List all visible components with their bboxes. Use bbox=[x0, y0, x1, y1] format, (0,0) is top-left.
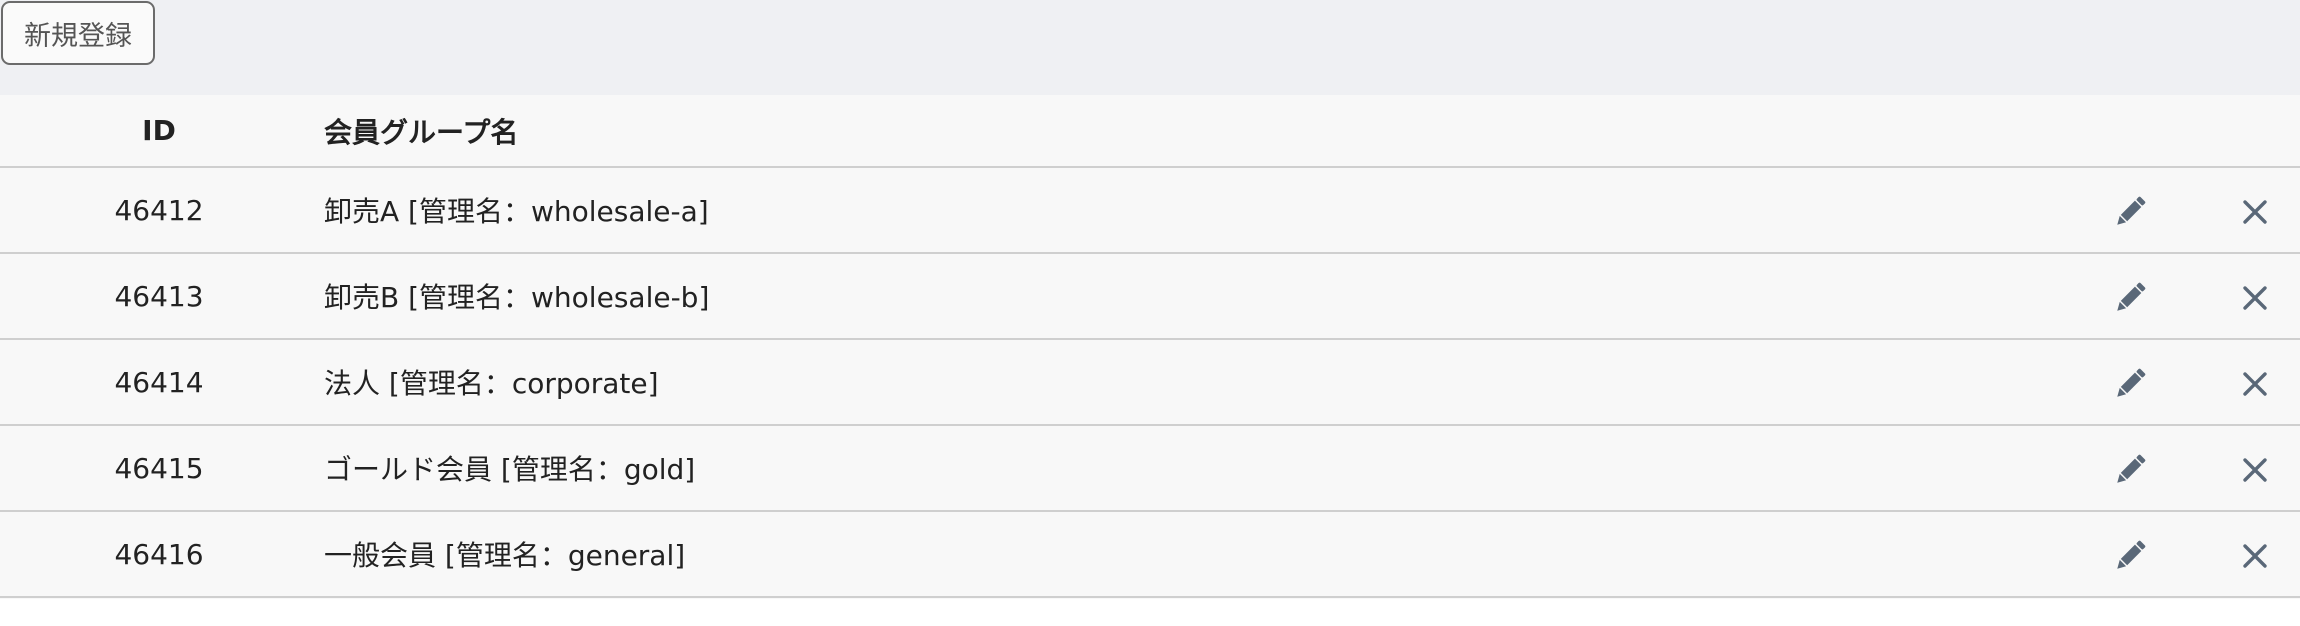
member-group-table: ID 会員グループ名 46412 卸売A [管理名：wholesale-a] 4… bbox=[0, 95, 2300, 599]
pencil-icon bbox=[2110, 364, 2150, 404]
column-header-name: 会員グループ名 bbox=[324, 115, 519, 149]
row-id: 46415 bbox=[114, 451, 204, 485]
row-id: 46413 bbox=[114, 279, 204, 313]
pencil-icon bbox=[2110, 536, 2150, 576]
table-row: 46412 卸売A [管理名：wholesale-a] bbox=[0, 168, 2300, 254]
close-icon bbox=[2235, 364, 2275, 404]
toolbar: 新規登録 bbox=[0, 0, 2300, 95]
delete-button[interactable] bbox=[2235, 450, 2275, 490]
row-name: 卸売A [管理名：wholesale-a] bbox=[324, 195, 709, 228]
column-header-id: ID bbox=[142, 114, 176, 147]
row-name: 卸売B [管理名：wholesale-b] bbox=[324, 281, 710, 314]
row-name: ゴールド会員 [管理名：gold] bbox=[324, 453, 696, 486]
row-name: 法人 [管理名：corporate] bbox=[324, 367, 659, 400]
row-id: 46412 bbox=[114, 193, 204, 227]
pencil-icon bbox=[2110, 278, 2150, 318]
table-row: 46414 法人 [管理名：corporate] bbox=[0, 340, 2300, 426]
close-icon bbox=[2235, 536, 2275, 576]
table-row: 46415 ゴールド会員 [管理名：gold] bbox=[0, 426, 2300, 512]
row-name: 一般会員 [管理名：general] bbox=[324, 539, 686, 572]
pencil-icon bbox=[2110, 192, 2150, 232]
close-icon bbox=[2235, 278, 2275, 318]
edit-button[interactable] bbox=[2110, 536, 2150, 576]
pencil-icon bbox=[2110, 450, 2150, 490]
edit-button[interactable] bbox=[2110, 364, 2150, 404]
close-icon bbox=[2235, 192, 2275, 232]
table-header: ID 会員グループ名 bbox=[0, 95, 2300, 168]
delete-button[interactable] bbox=[2235, 192, 2275, 232]
new-registration-button[interactable]: 新規登録 bbox=[1, 1, 155, 65]
edit-button[interactable] bbox=[2110, 192, 2150, 232]
edit-button[interactable] bbox=[2110, 450, 2150, 490]
delete-button[interactable] bbox=[2235, 364, 2275, 404]
table-row: 46416 一般会員 [管理名：general] bbox=[0, 512, 2300, 598]
page-bottom-area bbox=[0, 599, 2300, 626]
close-icon bbox=[2235, 450, 2275, 490]
delete-button[interactable] bbox=[2235, 536, 2275, 576]
delete-button[interactable] bbox=[2235, 278, 2275, 318]
table-row: 46413 卸売B [管理名：wholesale-b] bbox=[0, 254, 2300, 340]
row-id: 46416 bbox=[114, 537, 204, 571]
edit-button[interactable] bbox=[2110, 278, 2150, 318]
row-id: 46414 bbox=[114, 365, 204, 399]
